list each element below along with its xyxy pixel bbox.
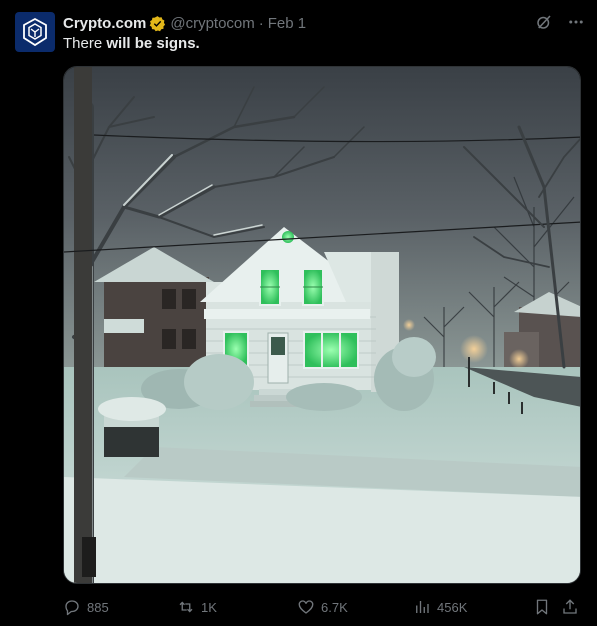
tweet[interactable]: Crypto.com @cryptocom · Feb 1 There will… [0,0,597,626]
view-count: 456K [437,599,468,615]
views-button[interactable]: 456K [413,596,467,618]
tweet-text: There will be signs. [63,35,200,52]
repost-button[interactable]: 1K [177,596,217,618]
views-icon [416,601,429,613]
tweet-text-bold: will be signs. [106,35,200,52]
bookmark-button[interactable] [533,596,551,618]
share-button[interactable] [561,596,579,618]
header-actions [535,13,585,31]
reply-icon [65,600,79,616]
share-icon [563,599,577,614]
reply-button[interactable]: 885 [63,596,109,618]
action-bar: 885 1K 6.7K 456K [63,596,583,618]
tweet-media[interactable] [63,66,581,584]
tweet-text-plain: There [63,35,107,52]
verified-badge-icon[interactable] [149,15,166,32]
reply-count: 885 [87,599,109,615]
avatar[interactable] [15,12,55,52]
snowy-house-image [64,67,580,583]
author-handle[interactable]: @cryptocom [170,15,254,32]
repost-icon [179,601,193,613]
author-name[interactable]: Crypto.com [63,15,146,32]
grok-icon[interactable] [535,13,553,31]
bookmark-icon [536,599,548,615]
crypto-com-lion-logo-icon [23,17,47,47]
tweet-header: Crypto.com @cryptocom · Feb 1 [63,13,585,33]
like-count: 6.7K [321,599,348,615]
heart-icon [298,600,314,614]
repost-count: 1K [201,599,217,615]
tweet-date[interactable]: Feb 1 [268,15,306,32]
like-button[interactable]: 6.7K [297,596,348,618]
more-dots-icon[interactable] [567,13,585,31]
separator: · [258,14,264,32]
